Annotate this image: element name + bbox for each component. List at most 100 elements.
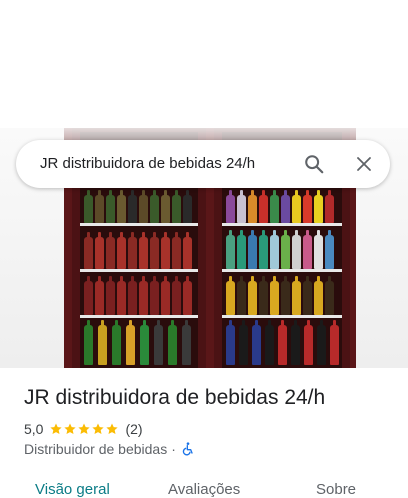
bottle (139, 232, 148, 269)
star-icon (50, 423, 63, 435)
shelf-line (80, 269, 198, 272)
bottle (106, 276, 115, 315)
bottle (281, 276, 290, 315)
search-icon (305, 155, 324, 174)
bottle (128, 276, 137, 315)
bottle (292, 230, 301, 269)
shelf (80, 274, 198, 318)
shelf-line (222, 223, 342, 226)
bottle (239, 320, 248, 365)
bottle (248, 190, 257, 223)
bottle (150, 190, 159, 223)
bottle (325, 190, 334, 223)
bottle (265, 320, 274, 365)
bottle (292, 190, 301, 223)
bottle (172, 232, 181, 269)
bottle (150, 232, 159, 269)
bottle (314, 276, 323, 315)
bottle (303, 190, 312, 223)
bottle (325, 276, 334, 315)
place-category[interactable]: Distribuidor de bebidas (24, 441, 167, 457)
bottle (182, 320, 191, 365)
bottle (270, 190, 279, 223)
bottle (183, 190, 192, 223)
bottle (248, 230, 257, 269)
bottle (226, 276, 235, 315)
bottle (292, 276, 301, 315)
bottle (270, 230, 279, 269)
bottle (317, 320, 326, 365)
bottle (128, 232, 137, 269)
bottle (226, 320, 235, 365)
rating-row[interactable]: 5,0 (2) (24, 421, 143, 437)
search-box[interactable]: JR distribuidora de bebidas 24/h (16, 140, 390, 188)
bottle (84, 190, 93, 223)
bottle (226, 230, 235, 269)
bottle (259, 276, 268, 315)
rating-value: 5,0 (24, 421, 44, 437)
bottle (84, 320, 93, 365)
tab-about[interactable]: Sobre (316, 481, 356, 498)
shelf (222, 228, 342, 272)
category-row: Distribuidor de bebidas · (24, 441, 196, 457)
bottle (98, 320, 107, 365)
bottle (139, 276, 148, 315)
star-icon (64, 423, 77, 435)
bottle (84, 276, 93, 315)
bottle (95, 232, 104, 269)
bottle (252, 320, 261, 365)
place-title: JR distribuidora de bebidas 24/h (24, 386, 326, 409)
bottle (95, 190, 104, 223)
bottle (259, 190, 268, 223)
bottle (304, 320, 313, 365)
bottle (126, 320, 135, 365)
star-icon (92, 423, 105, 435)
bottle (172, 190, 181, 223)
rating-stars (49, 422, 119, 436)
bottle (161, 232, 170, 269)
tab-overview[interactable]: Visão geral (35, 481, 110, 498)
bottle (248, 276, 257, 315)
search-query-text[interactable]: JR distribuidora de bebidas 24/h (40, 155, 255, 172)
bottle (84, 232, 93, 269)
bottle (291, 320, 300, 365)
wheelchair-icon (182, 442, 193, 456)
tab-reviews[interactable]: Avaliações (168, 481, 240, 498)
bottle (226, 190, 235, 223)
bottle (281, 190, 290, 223)
shelf-line (80, 315, 198, 318)
bottle (139, 190, 148, 223)
bottle (314, 190, 323, 223)
shelf (80, 182, 198, 226)
bottle (278, 320, 287, 365)
search-button[interactable] (300, 150, 328, 178)
bottle (303, 276, 312, 315)
bottle (106, 190, 115, 223)
bottle (117, 276, 126, 315)
bottle (259, 230, 268, 269)
shelf-line (222, 269, 342, 272)
shelf-line (80, 223, 198, 226)
bottle (128, 190, 137, 223)
shelf (222, 274, 342, 318)
bottle (314, 230, 323, 269)
shelf (80, 320, 198, 368)
star-icon (78, 423, 91, 435)
bottle (172, 276, 181, 315)
bottle (168, 320, 177, 365)
bottle (161, 190, 170, 223)
bottle (237, 276, 246, 315)
bottle (281, 230, 290, 269)
shelf-line (222, 315, 342, 318)
category-separator: · (171, 441, 176, 457)
shelf (222, 320, 342, 368)
bottle (117, 232, 126, 269)
review-count[interactable]: (2) (125, 421, 142, 437)
clear-search-button[interactable] (350, 150, 378, 178)
bottle (140, 320, 149, 365)
bottle (183, 276, 192, 315)
bottle (95, 276, 104, 315)
bottle (270, 276, 279, 315)
bottle (154, 320, 163, 365)
bottle (330, 320, 339, 365)
